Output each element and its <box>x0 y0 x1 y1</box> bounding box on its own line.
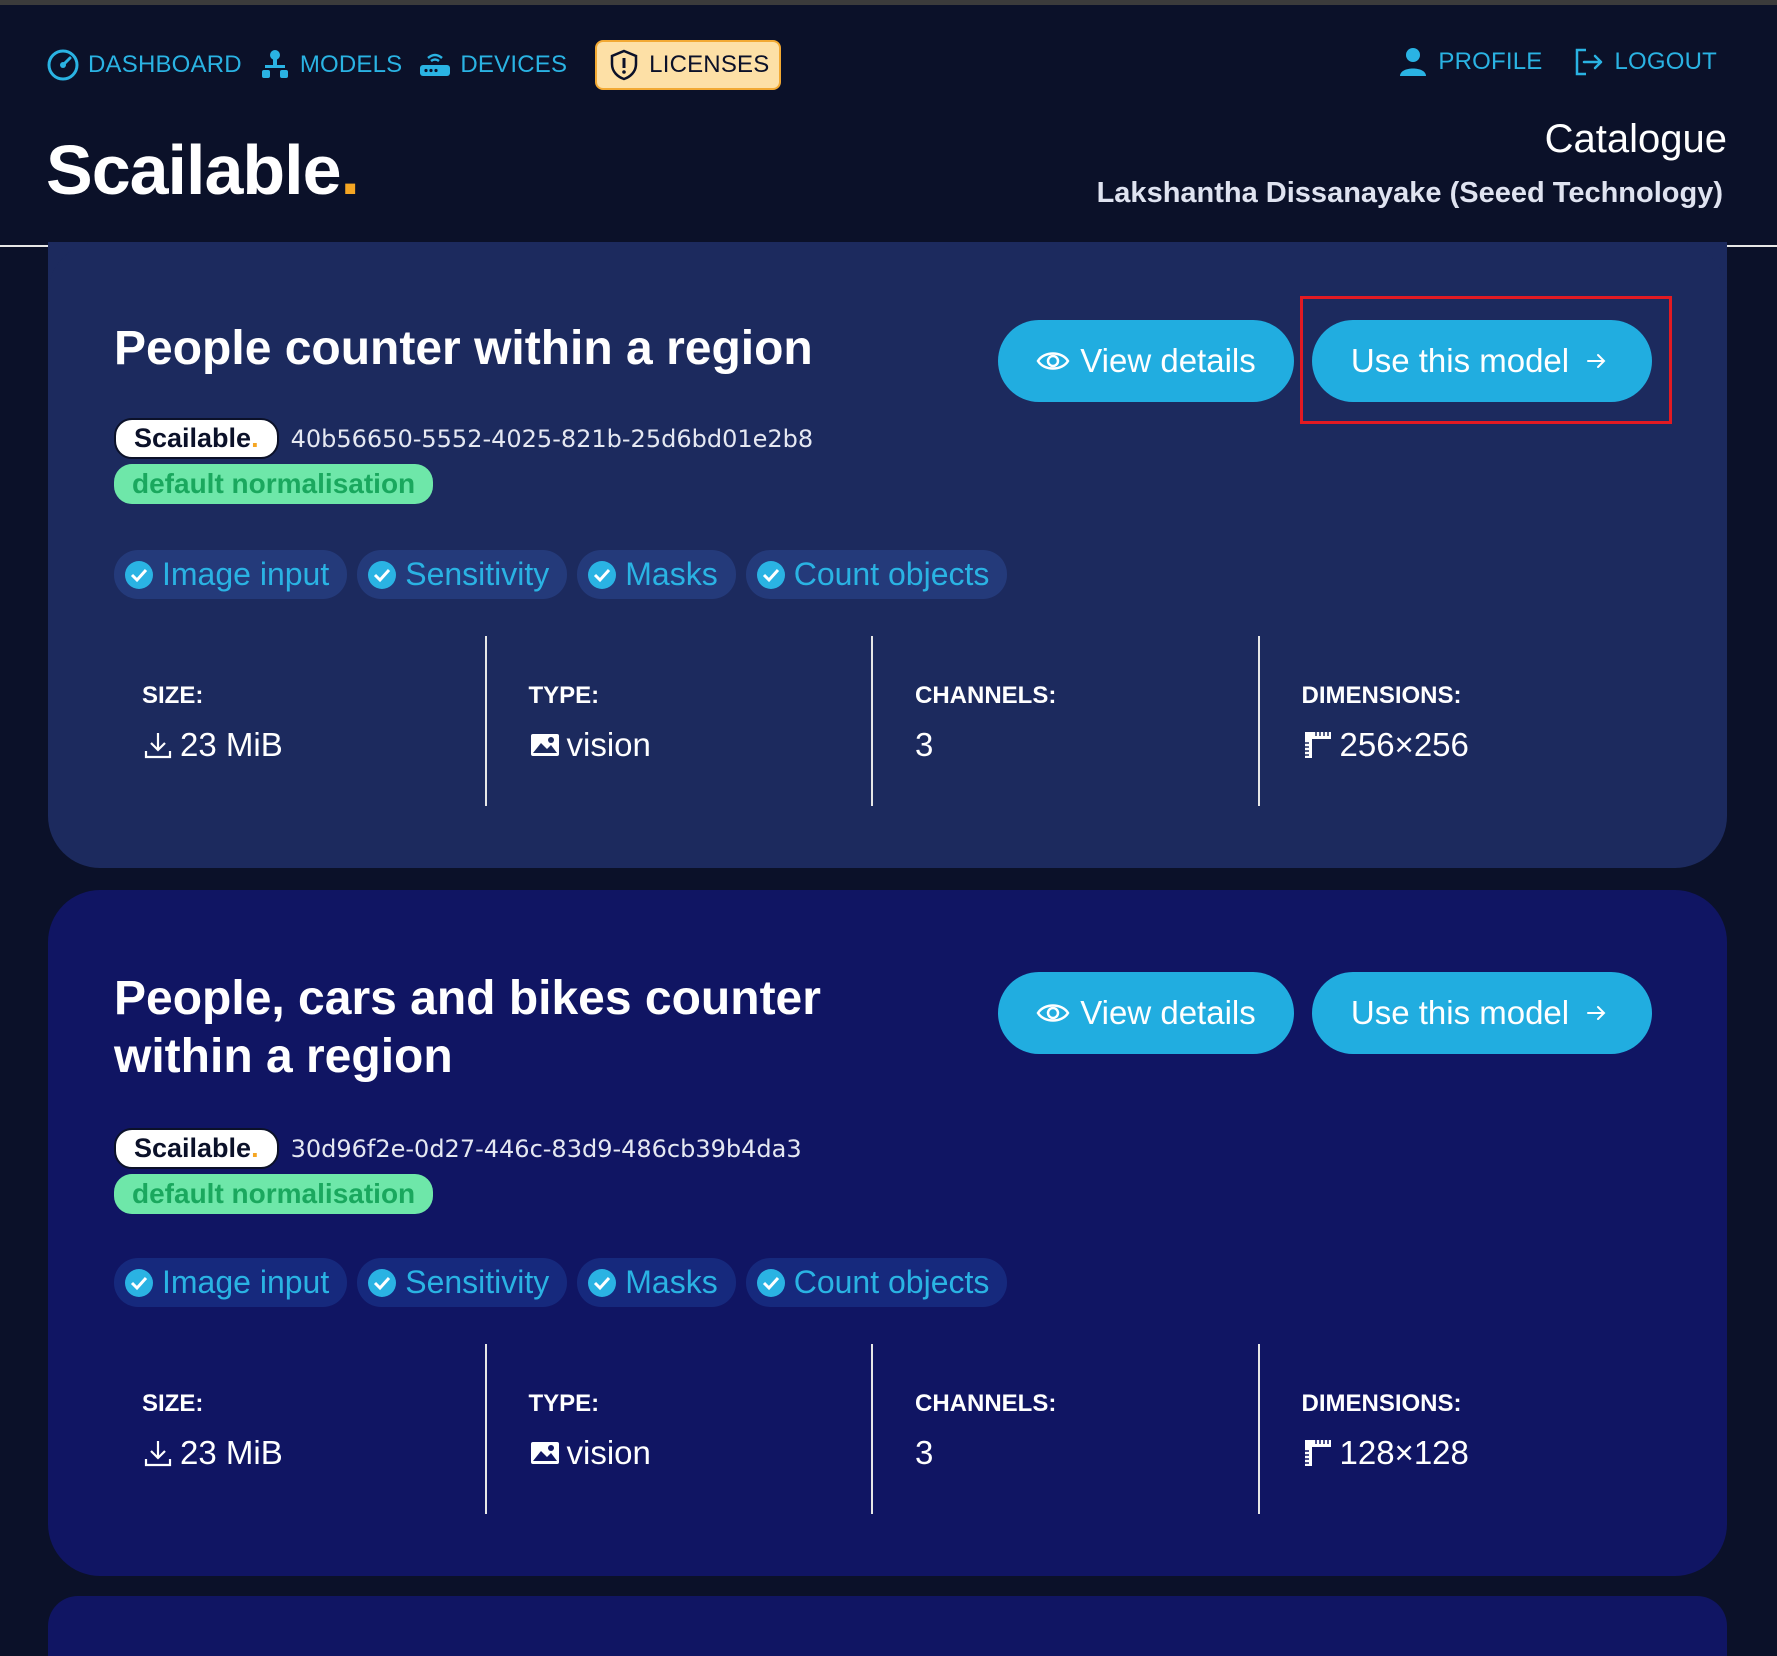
brand-logo[interactable]: Scailable. <box>46 130 360 210</box>
spec-size: SIZE: 23 MiB <box>114 1344 485 1514</box>
user-nav: PROFILE LOGOUT <box>1396 39 1727 85</box>
view-details-button[interactable]: View details <box>998 972 1294 1054</box>
spec-size: SIZE: 23 MiB <box>114 636 485 806</box>
check-circle-icon <box>756 1268 785 1297</box>
feature-tag: Sensitivity <box>357 550 568 599</box>
user-icon <box>1400 48 1427 76</box>
nav-licenses-label: LICENSES <box>649 51 770 78</box>
feature-tag: Image input <box>114 550 348 599</box>
nav-devices[interactable]: DEVICES <box>418 42 577 88</box>
nav-devices-label: DEVICES <box>460 51 568 78</box>
image-icon <box>530 734 559 756</box>
view-details-label: View details <box>1080 994 1256 1031</box>
nav-models[interactable]: MODELS <box>258 42 413 88</box>
check-circle-icon <box>756 560 785 589</box>
spec-dimensions: DIMENSIONS: 256×256 <box>1257 636 1645 806</box>
arrow-right-icon <box>1587 1006 1606 1020</box>
view-details-button[interactable]: View details <box>998 320 1294 402</box>
nav-logout[interactable]: LOGOUT <box>1572 39 1727 85</box>
spec-type-label: TYPE: <box>528 682 600 709</box>
account-name: Lakshantha Dissanayake (Seeed Technology… <box>1096 177 1723 209</box>
gauge-icon <box>47 49 79 81</box>
spec-dimensions-label: DIMENSIONS: <box>1301 682 1462 709</box>
model-meta: Scailable. 30d96f2e-0d27-446c-83d9-486cb… <box>114 1128 802 1169</box>
check-circle-icon <box>368 560 397 589</box>
feature-tag: Count objects <box>745 1258 1008 1307</box>
model-card-partial <box>48 1596 1727 1656</box>
feature-tag: Masks <box>577 1258 736 1307</box>
normalisation-badge: default normalisation <box>114 464 434 504</box>
page-header: DASHBOARD MODELS DEVICES LICENSES PROFIL… <box>0 5 1777 247</box>
feature-tag: Count objects <box>745 550 1008 599</box>
eye-icon <box>1036 1004 1070 1022</box>
spec-size-value: 23 MiB <box>142 726 283 764</box>
spec-channels: CHANNELS: 3 <box>871 1344 1258 1514</box>
check-circle-icon <box>588 1268 617 1297</box>
view-details-label: View details <box>1080 342 1256 379</box>
check-circle-icon <box>125 1268 153 1297</box>
spec-dimensions-value: 256×256 <box>1302 726 1469 764</box>
spec-channels-label: CHANNELS: <box>915 1390 1057 1417</box>
router-icon <box>420 53 451 76</box>
feature-tag: Sensitivity <box>357 1258 568 1307</box>
use-this-model-button[interactable]: Use this model <box>1312 972 1652 1054</box>
nav-logout-label: LOGOUT <box>1614 48 1717 75</box>
scailable-badge: Scailable. <box>114 1128 279 1169</box>
feature-list: Image input Sensitivity Masks Count obje… <box>114 1258 1008 1307</box>
spec-grid: SIZE: 23 MiB TYPE: vision CHANNELS: 3 DI… <box>114 1344 1644 1514</box>
spec-type: TYPE: vision <box>484 636 872 806</box>
model-uuid: 40b56650-5552-4025-821b-25d6bd01e2b8 <box>290 424 814 453</box>
download-icon <box>144 1441 172 1467</box>
spec-type-label: TYPE: <box>528 1390 600 1417</box>
model-uuid: 30d96f2e-0d27-446c-83d9-486cb39b4da3 <box>290 1134 802 1163</box>
scailable-badge: Scailable. <box>114 418 279 459</box>
main-nav: DASHBOARD MODELS DEVICES LICENSES <box>46 39 782 91</box>
download-icon <box>144 733 172 759</box>
model-title: People counter within a region <box>114 322 813 375</box>
image-icon <box>530 1442 559 1464</box>
model-title: People, cars and bikes counter within a … <box>114 972 821 1083</box>
spec-dimensions: DIMENSIONS: 128×128 <box>1257 1344 1645 1514</box>
spec-type-value: vision <box>529 726 651 764</box>
check-circle-icon <box>588 560 617 589</box>
feature-list: Image input Sensitivity Masks Count obje… <box>114 550 1008 599</box>
feature-tag: Masks <box>577 550 736 599</box>
brand-dot: . <box>340 131 360 209</box>
spec-size-label: SIZE: <box>142 682 204 709</box>
spec-channels-value: 3 <box>915 726 934 763</box>
page-title: Catalogue <box>1544 117 1727 161</box>
ruler-icon <box>1304 732 1331 758</box>
nav-licenses[interactable]: LICENSES <box>595 40 782 90</box>
nav-dashboard[interactable]: DASHBOARD <box>46 42 252 88</box>
spec-size-value: 23 MiB <box>142 1434 283 1472</box>
nav-profile-label: PROFILE <box>1438 48 1543 75</box>
model-card: People counter within a region View deta… <box>48 242 1727 868</box>
spec-size-label: SIZE: <box>142 1390 204 1417</box>
spec-dimensions-value: 128×128 <box>1302 1434 1469 1472</box>
eye-icon <box>1036 352 1070 370</box>
feature-tag: Image input <box>114 1258 348 1307</box>
use-this-model-label: Use this model <box>1350 994 1570 1031</box>
check-circle-icon <box>125 560 153 589</box>
spec-channels-value: 3 <box>915 1434 934 1471</box>
model-card: People, cars and bikes counter within a … <box>48 890 1727 1576</box>
brand-name: Scailable <box>46 131 342 209</box>
spec-channels: CHANNELS: 3 <box>871 636 1258 806</box>
logout-icon <box>1576 48 1603 76</box>
shield-icon <box>610 49 638 81</box>
sitemap-icon <box>261 50 288 78</box>
ruler-icon <box>1304 1440 1331 1466</box>
check-circle-icon <box>368 1268 397 1297</box>
nav-models-label: MODELS <box>299 51 403 78</box>
spec-type-value: vision <box>529 1434 651 1472</box>
nav-profile[interactable]: PROFILE <box>1396 39 1552 85</box>
normalisation-badge: default normalisation <box>114 1174 434 1214</box>
spec-channels-label: CHANNELS: <box>915 682 1057 709</box>
spec-grid: SIZE: 23 MiB TYPE: vision CHANNELS: 3 DI… <box>114 636 1644 806</box>
spec-type: TYPE: vision <box>484 1344 872 1514</box>
spec-dimensions-label: DIMENSIONS: <box>1301 1390 1462 1417</box>
nav-dashboard-label: DASHBOARD <box>88 51 242 78</box>
highlight-box <box>1300 296 1672 424</box>
model-meta: Scailable. 40b56650-5552-4025-821b-25d6b… <box>114 418 813 459</box>
